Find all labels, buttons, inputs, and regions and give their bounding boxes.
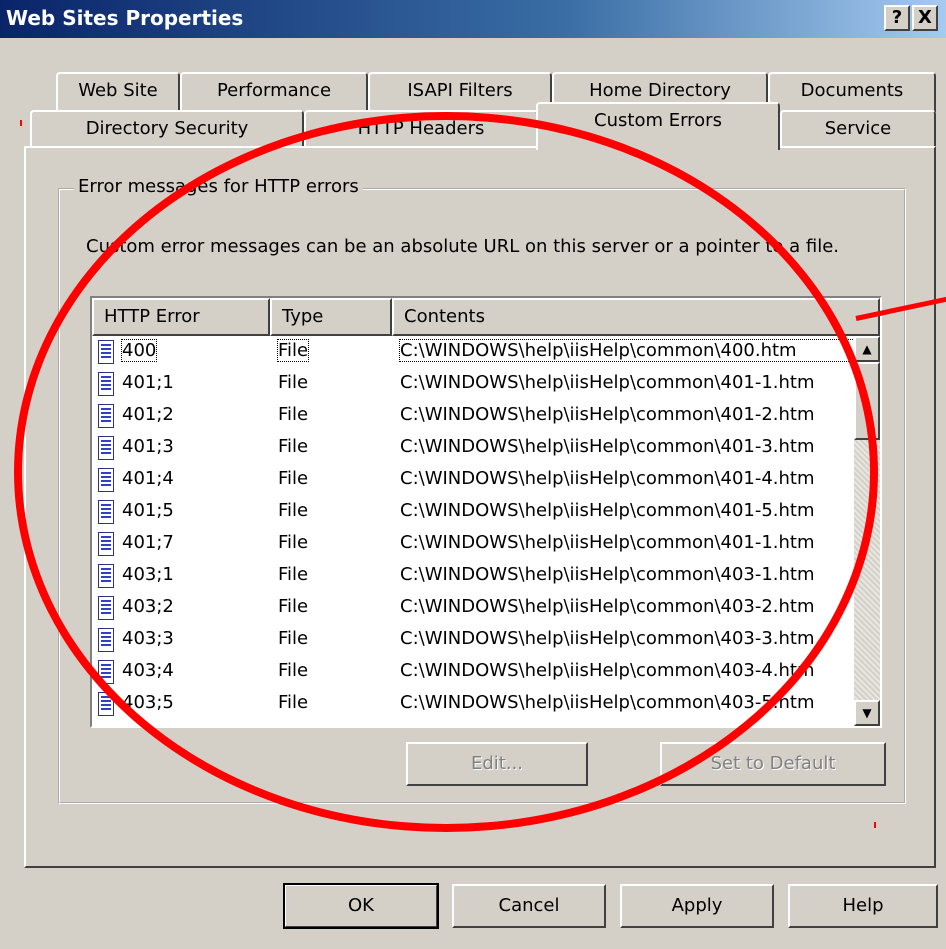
table-row[interactable]: 403;3 File C:\WINDOWS\help\iisHelp\common\… (92, 624, 854, 656)
apply-button[interactable]: Apply (620, 884, 774, 928)
table-row[interactable]: 401;3 File C:\WINDOWS\help\iisHelp\common\… (92, 432, 854, 464)
list-rows: 400 File C:\WINDOWS\help\iisHelp\common\40… (92, 336, 855, 720)
table-row[interactable]: 401;1 File C:\WINDOWS\help\iisHelp\common\… (92, 368, 854, 400)
ok-button[interactable]: OK (283, 883, 439, 929)
tab-isapi-filters[interactable]: ISAPI Filters (368, 72, 552, 112)
close-button[interactable]: X (912, 5, 938, 31)
tab-directory-security[interactable]: Directory Security (30, 110, 304, 150)
table-row[interactable]: 401;5 File C:\WINDOWS\help\iisHelp\common\… (92, 496, 854, 528)
tab-panel-custom-errors: Error messages for HTTP errors Custom er… (24, 146, 936, 868)
annotation-mark (20, 120, 22, 126)
http-errors-group: Error messages for HTTP errors Custom er… (58, 176, 906, 804)
document-icon (98, 436, 114, 460)
cancel-button[interactable]: Cancel (452, 884, 606, 928)
annotation-mark (874, 822, 876, 828)
document-icon (98, 564, 114, 588)
document-icon (98, 468, 114, 492)
tab-service[interactable]: Service (780, 110, 936, 150)
properties-dialog: Web Sites Properties ? X Web Site Perfor… (0, 0, 946, 949)
help-button[interactable]: Help (788, 884, 938, 928)
document-icon (98, 692, 114, 716)
scroll-down-arrow-icon[interactable]: ▼ (854, 700, 880, 726)
column-type[interactable]: Type (270, 298, 392, 336)
table-row[interactable]: 403;4 File C:\WINDOWS\help\iisHelp\common\… (92, 656, 854, 688)
document-icon (98, 340, 114, 364)
document-icon (98, 404, 114, 428)
scroll-up-arrow-icon[interactable]: ▲ (854, 336, 880, 362)
column-http-error[interactable]: HTTP Error (92, 298, 270, 336)
list-header: HTTP Error Type Contents (92, 298, 880, 336)
window-title: Web Sites Properties (6, 6, 244, 30)
group-description: Custom error messages can be an absolute… (86, 236, 840, 257)
document-icon (98, 532, 114, 556)
tab-http-headers[interactable]: HTTP Headers (304, 110, 538, 150)
tab-performance[interactable]: Performance (180, 72, 368, 112)
tab-documents[interactable]: Documents (768, 72, 936, 112)
table-row[interactable]: 401;4 File C:\WINDOWS\help\iisHelp\common\… (92, 464, 854, 496)
document-icon (98, 628, 114, 652)
group-legend: Error messages for HTTP errors (74, 176, 363, 197)
table-row[interactable]: 400 File C:\WINDOWS\help\iisHelp\common\40… (92, 336, 855, 368)
scroll-thumb[interactable] (854, 362, 880, 440)
table-row[interactable]: 403;5 File C:\WINDOWS\help\iisHelp\common\… (92, 688, 854, 720)
table-row[interactable]: 401;7 File C:\WINDOWS\help\iisHelp\common\… (92, 528, 854, 560)
tab-custom-errors[interactable]: Custom Errors (536, 102, 780, 150)
document-icon (98, 596, 114, 620)
document-icon (98, 372, 114, 396)
table-row[interactable]: 403;2 File C:\WINDOWS\help\iisHelp\common\… (92, 592, 854, 624)
edit-button[interactable]: Edit... (406, 742, 588, 786)
table-row[interactable]: 403;1 File C:\WINDOWS\help\iisHelp\common\… (92, 560, 854, 592)
tab-web-site[interactable]: Web Site (56, 72, 180, 112)
table-row[interactable]: 401;2 File C:\WINDOWS\help\iisHelp\common\… (92, 400, 854, 432)
list-scrollbar[interactable]: ▲ ▼ (854, 336, 880, 726)
document-icon (98, 500, 114, 524)
set-to-default-button[interactable]: Set to Default (660, 742, 886, 786)
document-icon (98, 660, 114, 684)
help-title-button[interactable]: ? (884, 5, 910, 31)
column-contents[interactable]: Contents (392, 298, 880, 336)
http-errors-list[interactable]: HTTP Error Type Contents 400 File C:\WINDO… (90, 296, 882, 728)
title-bar[interactable]: Web Sites Properties ? X (0, 0, 946, 38)
